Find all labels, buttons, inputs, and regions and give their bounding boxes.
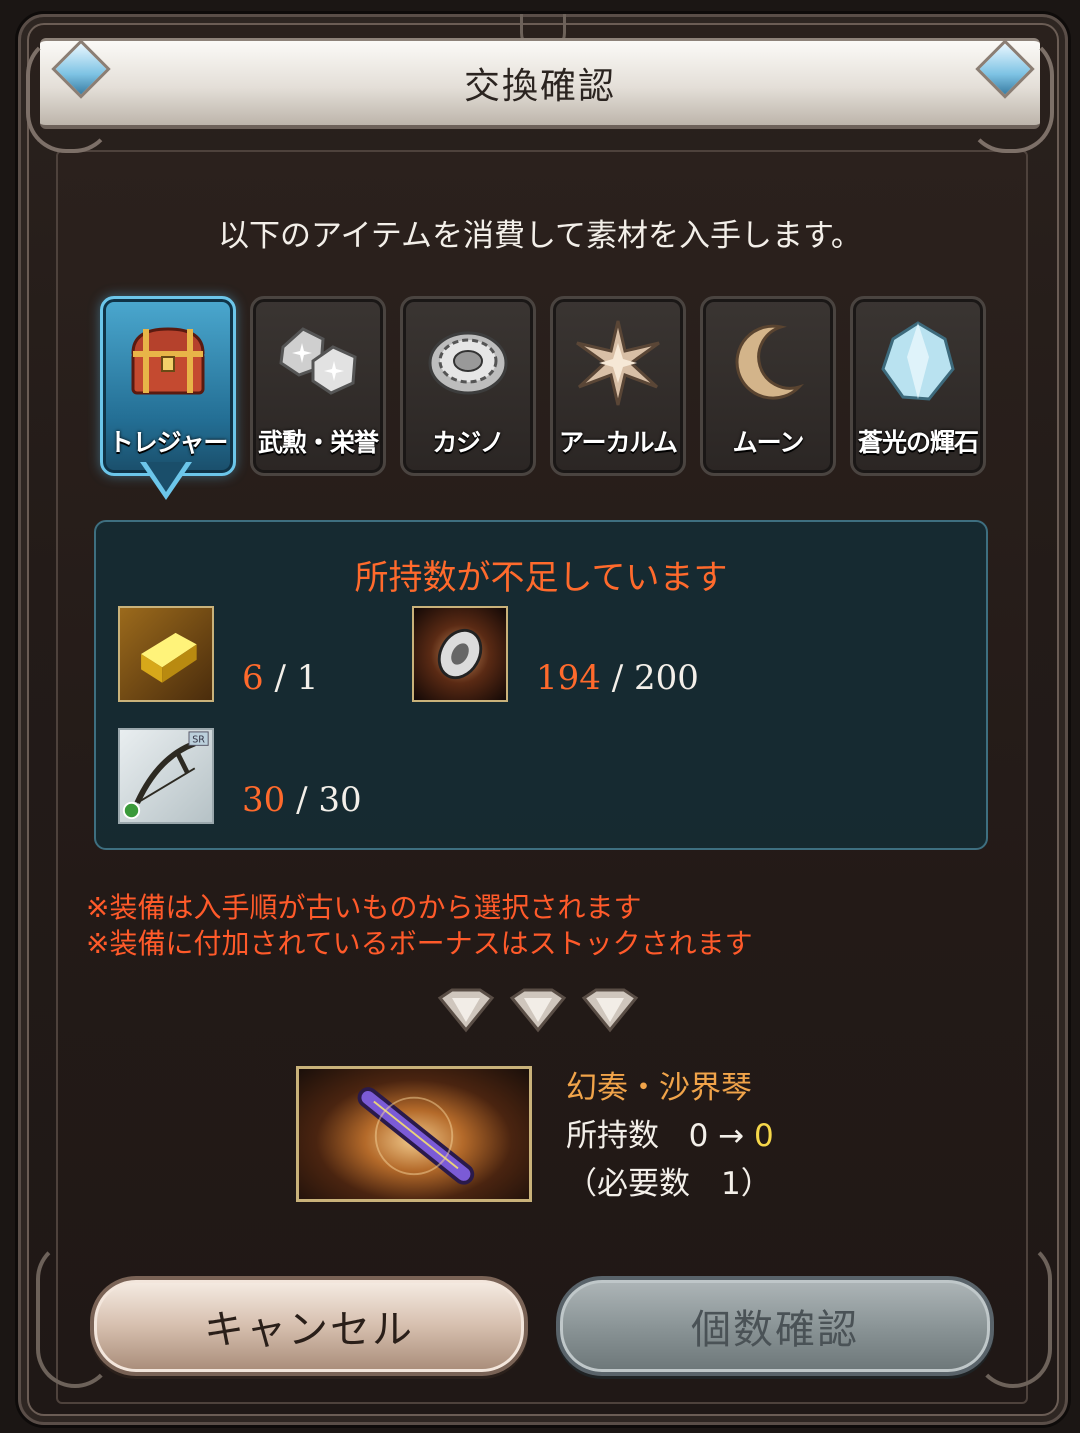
centrum-thumbnail [412,606,508,702]
gold-brick-icon [141,632,197,683]
cancel-button-label: キャンセル [204,1307,414,1353]
tab-treasure[interactable]: トレジャー [100,296,236,476]
diamond-icon [581,988,639,1033]
title-bar: 交換確認 [26,35,1054,153]
tab-label: ムーン [732,428,805,457]
category-tabs: トレジャー 武勲・栄誉 カジノ アーカルム ムーン 蒼光の輝石 [100,296,986,476]
result-item-required: （必要数 1） [566,1166,772,1202]
harp-weapon-icon [357,1087,475,1185]
moon-icon [735,324,805,400]
tab-label: 武勲・栄誉 [257,428,379,457]
material-count: 6 / 1 [242,658,319,698]
crystal-icon [881,321,955,401]
uncap-stars [436,986,646,1038]
treasure-chest-icon [131,327,205,395]
confirm-quantity-button[interactable]: 個数確認 [556,1276,994,1376]
selected-tab-pointer-inner [146,462,186,492]
tab-label: カジノ [432,428,505,457]
bottom-left-ornament [36,1240,114,1388]
required-materials-panel: 所持数が不足しています 6 / 1 194 / 200 SR 30 / 30 [94,520,988,850]
sr-badge: SR [192,734,205,745]
note-line: ※装備に付加されているボーナスはストックされます [86,927,753,960]
bow-thumbnail: SR [118,728,214,824]
tab-label: アーカルム [558,428,678,457]
tab-label: トレジャー [108,428,229,457]
bow-weapon-icon: SR [122,731,209,820]
diamond-icon [509,988,567,1033]
dialog-title: 交換確認 [463,66,616,107]
bottom-right-ornament [974,1240,1052,1388]
result-item-owned: 所持数 0 → 0 [566,1118,774,1154]
gold-brick-thumbnail [118,606,214,702]
tab-arcarum[interactable]: アーカルム [550,296,686,476]
insufficient-warning: 所持数が不足しています [354,558,728,598]
material-count: 30 / 30 [242,780,362,820]
tab-casino[interactable]: カジノ [400,296,536,476]
tab-moon[interactable]: ムーン [700,296,836,476]
arcarum-star-icon [576,320,660,406]
dialog-subtitle: 以下のアイテムを消費して素材を入手します。 [218,218,862,254]
silver-centrum-icon [437,628,483,680]
diamond-icon [437,988,495,1033]
honor-badges-icon [279,327,357,395]
material-count: 194 / 200 [536,658,699,698]
confirm-button-label: 個数確認 [691,1307,859,1353]
casino-chip-icon [428,331,508,395]
result-item-thumbnail [296,1066,532,1202]
result-item-name: 幻奏・沙界琴 [566,1070,752,1106]
cancel-button[interactable]: キャンセル [90,1276,528,1376]
tab-honor[interactable]: 武勲・栄誉 [250,296,386,476]
tab-crystal[interactable]: 蒼光の輝石 [850,296,986,476]
note-line: ※装備は入手順が古いものから選択されます [86,891,642,924]
tab-label: 蒼光の輝石 [857,428,979,457]
